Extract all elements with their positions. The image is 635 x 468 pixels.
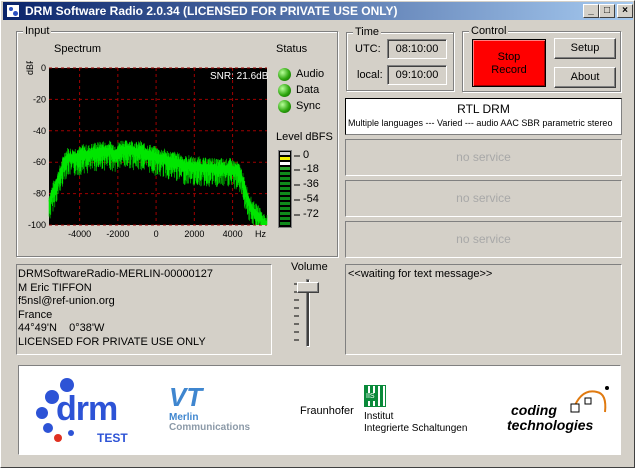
coding-technologies-icon	[570, 386, 609, 413]
spectrum-label: Spectrum	[54, 43, 102, 55]
maximize-button[interactable]: □	[599, 4, 615, 18]
about-button[interactable]: About	[554, 67, 616, 88]
stop-record-button[interactable]: Stop Record	[472, 39, 546, 87]
text-message-box: <<waiting for text message>>	[345, 264, 622, 355]
level-tick-18: -18	[303, 163, 319, 175]
drm-logo-text: drm	[56, 390, 118, 428]
level-segment	[280, 177, 290, 180]
iis-logo-text: IIS	[366, 393, 375, 401]
data-led-icon	[278, 84, 291, 97]
integrierte-schaltungen-text: Integrierte Schaltungen	[364, 423, 468, 434]
service-1-name: RTL DRM	[457, 102, 510, 116]
level-tick-0: 0	[303, 149, 310, 161]
x-tick-label: 2000	[184, 229, 204, 239]
level-tick-72: -72	[303, 208, 319, 220]
y-tick-label: 0	[41, 63, 46, 73]
input-group-label: Input	[23, 25, 52, 37]
institut-text: Institut	[364, 411, 394, 422]
data-status-label: Data	[296, 84, 320, 96]
level-segment	[280, 202, 290, 205]
control-group-label: Control	[469, 25, 509, 37]
plot-background	[49, 68, 267, 225]
merlin-communications-text: Communications	[169, 422, 251, 433]
level-label: Level dBFS	[276, 131, 333, 143]
info-line: LICENSED FOR PRIVATE USE ONLY	[18, 335, 206, 348]
close-button[interactable]: ×	[617, 4, 633, 18]
info-line: 44°49'N 0°38'W	[18, 322, 105, 335]
level-segment	[280, 212, 290, 215]
sync-status-label: Sync	[296, 100, 321, 112]
x-tick-label: 0	[154, 229, 159, 239]
title-bar[interactable]: DRM Software Radio 2.0.34 (LICENSED FOR …	[3, 2, 633, 20]
local-time: 09:10:00	[387, 65, 447, 85]
setup-button[interactable]: Setup	[554, 38, 616, 59]
vt-logo-icon: VT	[169, 382, 203, 412]
app-window: DRM Software Radio 2.0.34 (LICENSED FOR …	[0, 0, 635, 468]
service-3[interactable]: no service	[345, 180, 622, 217]
utc-label: UTC:	[355, 43, 381, 55]
volume-label: Volume	[291, 261, 328, 273]
y-tick-label: -20	[33, 94, 46, 104]
level-segment	[280, 152, 290, 155]
window-title: DRM Software Radio 2.0.34 (LICENSED FOR …	[25, 4, 398, 18]
level-tick-36: -36	[303, 178, 319, 190]
level-segment	[280, 192, 290, 195]
spectrum-plot: 0 -20 -40 -60 -80 -100 -4000 -2000 0 2000 4000 dB…	[25, 61, 269, 239]
x-tick-label: 4000	[223, 229, 243, 239]
fraunhofer-text: Fraunhofer	[300, 405, 354, 417]
info-line: M Eric TIFFON	[18, 281, 92, 294]
level-segment	[280, 172, 290, 175]
volume-slider-thumb[interactable]	[297, 281, 319, 293]
audio-led-icon	[278, 68, 291, 81]
technologies-text: technologies	[507, 417, 594, 433]
level-segment	[280, 157, 290, 160]
service-2[interactable]: no service	[345, 139, 622, 176]
level-segment	[280, 197, 290, 200]
time-group-label: Time	[353, 26, 382, 38]
level-segment	[280, 187, 290, 190]
utc-time: 08:10:00	[387, 39, 447, 59]
service-1-details: Multiple languages --- Varied --- audio …	[348, 118, 613, 128]
level-segment	[280, 167, 290, 170]
x-tick-label: -2000	[106, 229, 129, 239]
audio-status-label: Audio	[296, 68, 325, 80]
level-segment	[280, 182, 290, 185]
x-axis-unit: Hz	[255, 229, 266, 239]
logo-bar: drm TEST VT Merlin Communications Fraunh…	[18, 365, 621, 455]
station-info-box: DRMSoftwareRadio-MERLIN-00000127 M Eric …	[16, 264, 272, 355]
info-line: DRMSoftwareRadio-MERLIN-00000127	[18, 268, 214, 280]
status-label: Status	[276, 43, 308, 55]
x-tick-label: -4000	[68, 229, 91, 239]
info-line: f5nsl@ref-union.org	[18, 295, 115, 308]
y-tick-label: -40	[33, 126, 46, 136]
sync-led-icon	[278, 100, 291, 113]
y-tick-label: -80	[33, 189, 46, 199]
local-label: local:	[357, 69, 383, 81]
app-icon[interactable]	[6, 4, 20, 18]
snr-readout: SNR: 21.6dB	[210, 71, 269, 82]
level-segment	[280, 217, 290, 220]
text-message: <<waiting for text message>>	[348, 268, 493, 280]
service-1[interactable]: RTL DRM Multiple languages --- Varied --…	[345, 98, 622, 135]
drm-test-text: TEST	[97, 431, 128, 445]
level-segment	[280, 162, 290, 165]
coding-text: coding	[511, 402, 557, 418]
level-meter	[278, 150, 292, 228]
y-tick-label: -100	[28, 220, 46, 230]
level-tick-54: -54	[303, 193, 319, 205]
y-tick-label: -60	[33, 157, 46, 167]
y-axis-label: dBFS	[25, 61, 35, 75]
minimize-button[interactable]: _	[583, 4, 599, 18]
level-tick-marks	[294, 155, 300, 216]
level-segment	[280, 207, 290, 210]
info-line: France	[18, 308, 53, 321]
level-segment	[280, 222, 290, 225]
service-4[interactable]: no service	[345, 221, 622, 258]
